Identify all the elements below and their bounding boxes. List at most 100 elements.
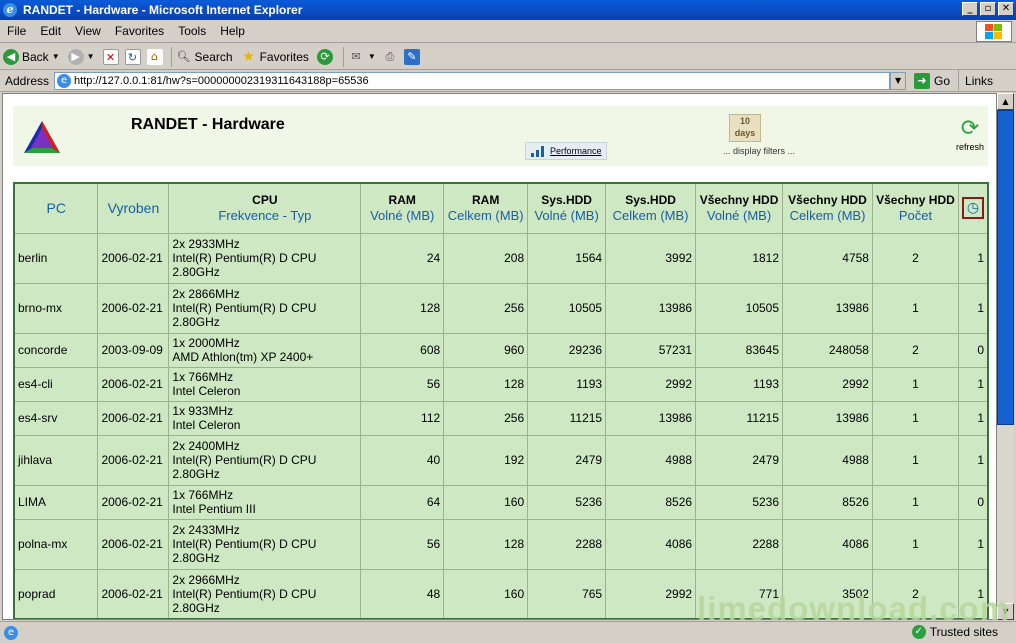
cell-sys-free: 29236 [527, 332, 607, 368]
col-last-seen[interactable]: ◷ [957, 182, 989, 234]
cell-cpu: 1x 766MHz Intel Pentium III [168, 484, 362, 520]
col-sys-free[interactable]: Sys.HDD Volné (MB) [527, 182, 607, 234]
col-cpu[interactable]: CPU Frekvence - Typ [168, 182, 362, 234]
cell-date: 2006-02-21 [97, 484, 170, 520]
home-icon[interactable]: ⌂ [146, 48, 163, 65]
col-vyroben[interactable]: Vyroben [97, 182, 170, 234]
back-dropdown-icon[interactable]: ▼ [52, 52, 60, 61]
close-button[interactable]: ✕ [998, 2, 1014, 16]
scroll-down-icon[interactable]: ▼ [997, 603, 1014, 620]
cell-ram-free: 128 [360, 282, 445, 334]
col-ram-total-sub: Celkem (MB) [447, 208, 524, 224]
display-filters-link[interactable]: ... display filters ... [723, 146, 795, 156]
address-input[interactable]: e http://127.0.0.1:81/hw?s=0000000023193… [54, 71, 891, 90]
menu-help[interactable]: Help [213, 24, 252, 38]
cpu-line: Intel(R) Pentium(R) D CPU [172, 586, 317, 601]
search-label: Search [194, 49, 233, 64]
media-icon[interactable]: ⟳ [316, 48, 333, 65]
col-pc[interactable]: PC [13, 182, 99, 234]
menu-favorites[interactable]: Favorites [108, 24, 171, 38]
table-row[interactable]: poprad 2006-02-21 2x 2966MHz Intel(R) Penti… [13, 568, 989, 619]
back-button[interactable]: ◀ Back ▼ [3, 48, 60, 65]
cell-last-seen: 1 [957, 518, 989, 570]
page-header: RANDET - Hardware Performance 10 days ..… [13, 106, 988, 166]
cell-pc: es4-cli [13, 366, 99, 402]
cell-all-total: 4988 [782, 434, 873, 486]
page-content: RANDET - Hardware Performance 10 days ..… [2, 93, 997, 620]
forward-dropdown-icon[interactable]: ▼ [87, 52, 95, 61]
cell-sys-free: 2479 [527, 434, 607, 486]
maximize-button[interactable]: ▫ [980, 2, 996, 16]
cell-last-seen: 0 [957, 484, 989, 520]
col-ram-free[interactable]: RAM Volné (MB) [360, 182, 445, 234]
cell-sys-total: 2992 [605, 366, 697, 402]
cell-cpu: 2x 2866MHz Intel(R) Pentium(R) D CPU 2.80G… [168, 282, 362, 334]
cell-ram-total: 160 [443, 484, 529, 520]
col-sys-free-top: Sys.HDD [541, 193, 592, 208]
cell-cpu: 1x 2000MHz AMD Athlon(tm) XP 2400+ [168, 332, 362, 368]
table-row[interactable]: jihlava 2006-02-21 2x 2400MHz Intel(R) Pent… [13, 434, 989, 486]
menu-file[interactable]: File [0, 24, 33, 38]
hardware-table: PC Vyroben CPU Frekvence - Typ RAM Volné (… [13, 182, 989, 619]
cell-pc: es4-srv [13, 400, 99, 436]
clock-icon[interactable]: ◷ [961, 197, 984, 220]
forward-button[interactable]: ▶ ▼ [67, 48, 95, 65]
table-row[interactable]: berlin 2006-02-21 2x 2933MHz Intel(R) Penti… [13, 232, 989, 284]
col-ram-free-top: RAM [388, 193, 416, 208]
stop-icon[interactable]: ✕ [102, 48, 119, 65]
print-icon[interactable]: ⎙ [382, 49, 398, 65]
favorites-button[interactable]: ★ Favorites [241, 49, 309, 65]
refresh-icon[interactable]: ↻ [124, 48, 141, 65]
performance-link[interactable]: Performance [525, 142, 607, 160]
cell-sys-total: 13986 [605, 400, 697, 436]
cell-ram-total: 256 [443, 282, 529, 334]
cpu-line: 2.80GHz [172, 467, 220, 481]
scroll-thumb[interactable] [997, 110, 1014, 425]
minimize-button[interactable]: _ [962, 2, 978, 16]
refresh-label: refresh [955, 142, 984, 152]
address-url: http://127.0.0.1:81/hw?s=000000002319311… [74, 74, 369, 87]
cell-ram-free: 64 [360, 484, 445, 520]
cpu-line: 2.80GHz [172, 315, 220, 329]
links-button[interactable]: Links [958, 69, 993, 92]
refresh-button[interactable]: ⟳ refresh [953, 116, 987, 152]
vertical-scrollbar[interactable]: ▲ ▼ [997, 93, 1014, 620]
col-cpu-sub: Frekvence - Typ [218, 208, 312, 224]
table-row[interactable]: concorde 2003-09-09 1x 2000MHz AMD Athlon(t… [13, 332, 989, 368]
search-button[interactable]: 🔍︎ Search [176, 49, 233, 65]
col-all-free[interactable]: Všechny HDD Volné (MB) [695, 182, 784, 234]
table-row[interactable]: polna-mx 2006-02-21 2x 2433MHz Intel(R) Pen… [13, 518, 989, 570]
cell-last-seen: 1 [957, 232, 989, 284]
table-row[interactable]: es4-srv 2006-02-21 1x 933MHz Intel Celeron 1… [13, 400, 989, 436]
edit-icon[interactable]: ✎ [403, 48, 420, 65]
col-ram-total[interactable]: RAM Celkem (MB) [443, 182, 529, 234]
col-all-count[interactable]: Všechny HDD Počet [871, 182, 959, 234]
mail-dropdown-icon[interactable]: ▼ [368, 52, 376, 61]
menu-tools[interactable]: Tools [171, 24, 213, 38]
cell-all-count: 1 [871, 366, 959, 402]
menu-bar: File Edit View Favorites Tools Help [0, 20, 1016, 43]
col-all-free-sub: Volné (MB) [706, 208, 772, 224]
cell-all-count: 1 [871, 484, 959, 520]
cell-sys-total: 57231 [605, 332, 697, 368]
menu-edit[interactable]: Edit [33, 24, 68, 38]
scroll-up-icon[interactable]: ▲ [997, 93, 1014, 110]
days-filter-button[interactable]: 10 days [729, 114, 761, 142]
table-row[interactable]: LIMA 2006-02-21 1x 766MHz Intel Pentium III… [13, 484, 989, 520]
table-row[interactable]: es4-cli 2006-02-21 1x 766MHz Intel Celeron 5… [13, 366, 989, 402]
menu-view[interactable]: View [68, 24, 108, 38]
page-title: RANDET - Hardware [131, 116, 285, 133]
cell-pc: polna-mx [13, 518, 99, 570]
table-body: berlin 2006-02-21 2x 2933MHz Intel(R) Penti… [13, 232, 989, 619]
table-row[interactable]: brno-mx 2006-02-21 2x 2866MHz Intel(R) Pent… [13, 282, 989, 334]
col-all-total[interactable]: Všechny HDD Celkem (MB) [782, 182, 873, 234]
cell-ram-total: 128 [443, 366, 529, 402]
address-dropdown-icon[interactable]: ▼ [890, 71, 907, 90]
mail-icon[interactable]: ✉ [348, 49, 364, 65]
col-sys-total[interactable]: Sys.HDD Celkem (MB) [605, 182, 697, 234]
go-arrow-icon: ➜ [914, 72, 931, 89]
go-button[interactable]: ➜ Go [906, 72, 958, 89]
cell-pc: berlin [13, 232, 99, 284]
forward-arrow-icon: ▶ [67, 48, 84, 65]
cell-ram-total: 192 [443, 434, 529, 486]
